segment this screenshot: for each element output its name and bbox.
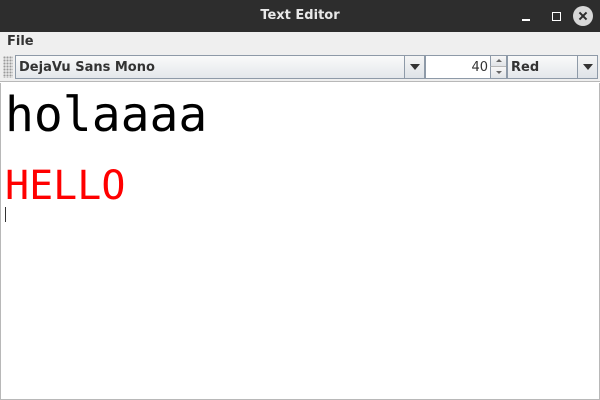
editor-line: HELLO xyxy=(5,163,126,209)
text-color-value: Red xyxy=(511,60,540,75)
toolbar-grip[interactable] xyxy=(3,56,13,78)
toolbar: DejaVu Sans Mono 40 Red xyxy=(0,52,600,82)
spin-up-icon[interactable] xyxy=(490,56,506,67)
chevron-down-icon[interactable] xyxy=(404,56,424,78)
spin-down-icon[interactable] xyxy=(490,67,506,78)
window-title: Text Editor xyxy=(260,8,340,23)
font-family-value: DejaVu Sans Mono xyxy=(19,60,155,75)
text-caret xyxy=(5,207,6,222)
font-family-select[interactable]: DejaVu Sans Mono xyxy=(15,55,425,79)
font-size-spinner[interactable]: 40 xyxy=(425,55,507,79)
menu-bar: File xyxy=(0,32,600,52)
editor-line: holaaaa xyxy=(5,87,208,143)
maximize-icon[interactable] xyxy=(546,6,566,26)
title-bar: Text Editor xyxy=(0,0,600,32)
menu-file[interactable]: File xyxy=(7,34,34,49)
minimize-icon[interactable] xyxy=(516,6,536,26)
close-icon[interactable] xyxy=(573,6,593,26)
font-size-value[interactable]: 40 xyxy=(471,60,488,75)
text-editor-area[interactable]: holaaaa HELLO xyxy=(0,83,600,400)
chevron-down-icon[interactable] xyxy=(577,56,597,78)
text-color-select[interactable]: Red xyxy=(507,55,598,79)
